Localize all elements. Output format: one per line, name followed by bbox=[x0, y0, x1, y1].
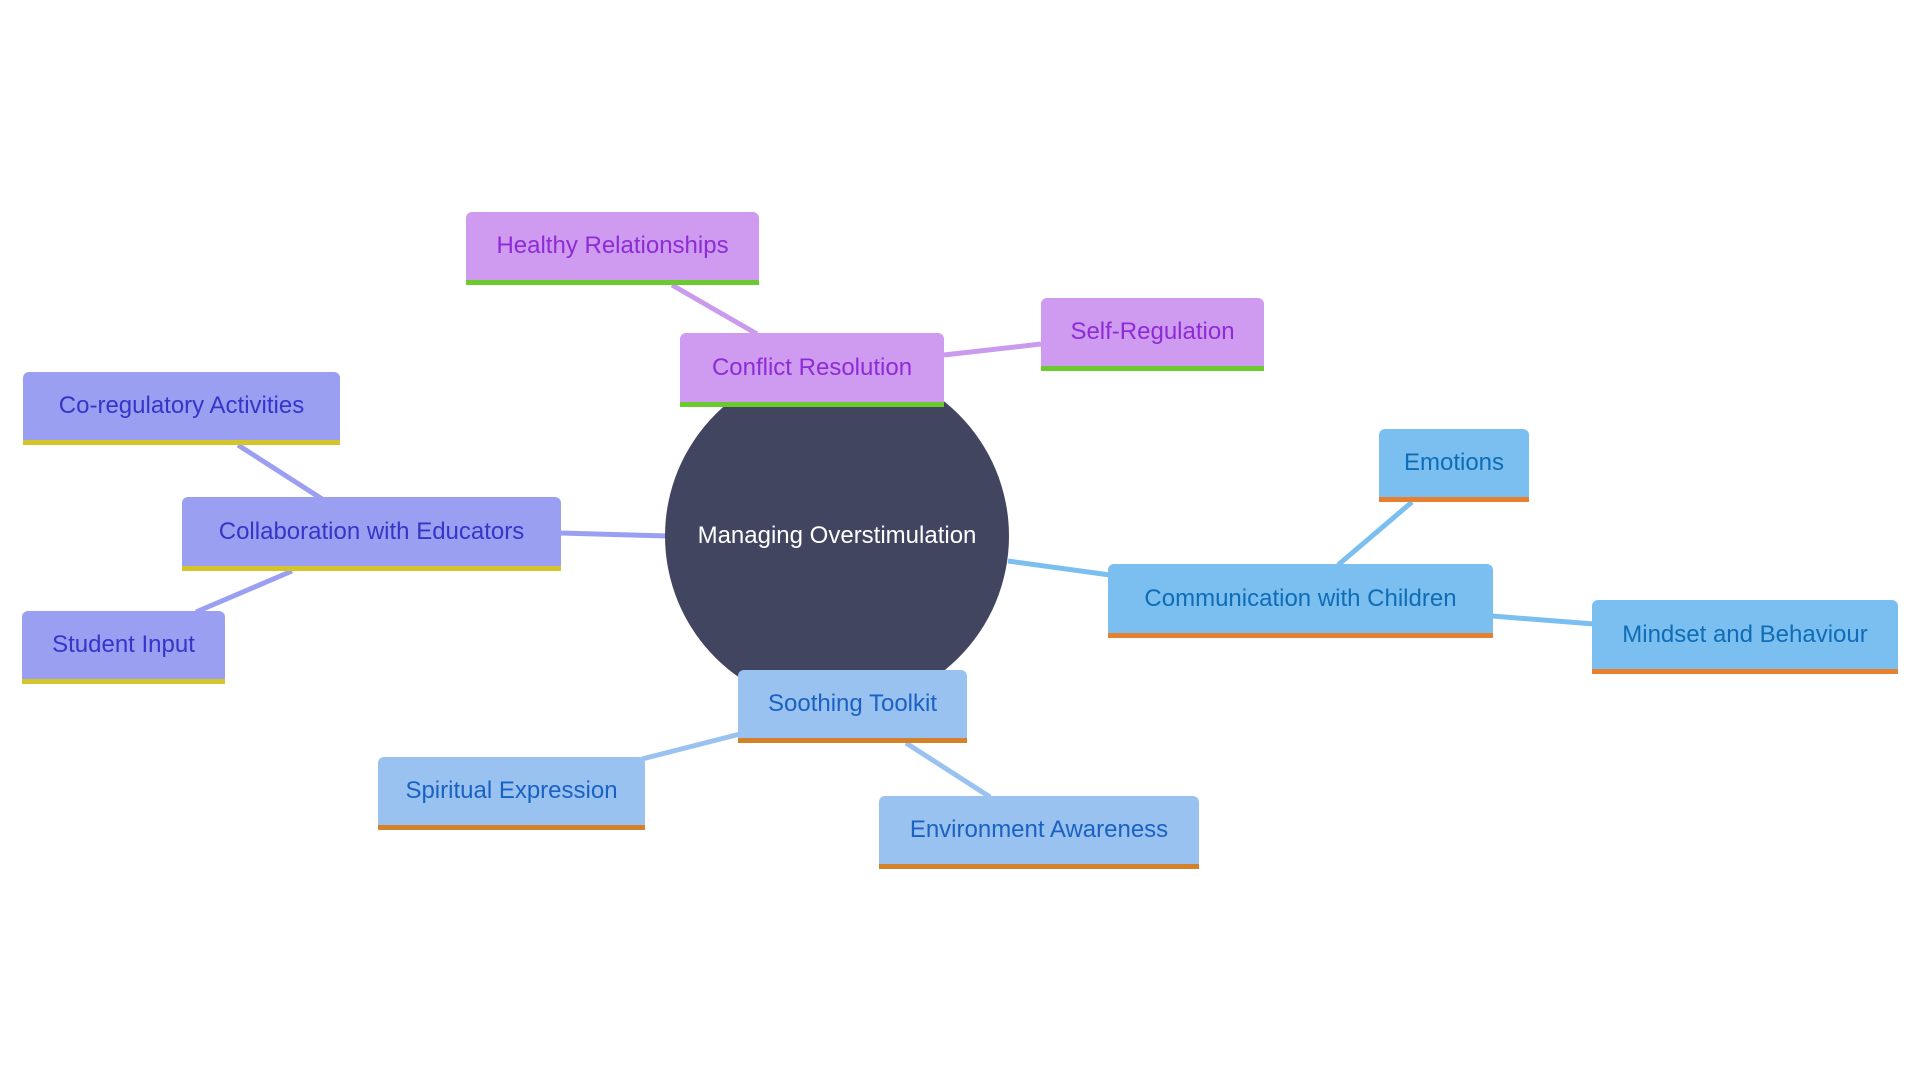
edge-soothing-spiritual bbox=[641, 731, 741, 762]
edge-conflict-healthy bbox=[670, 282, 759, 337]
node-communication-with-children[interactable]: Communication with Children bbox=[1108, 564, 1493, 638]
node-label: Soothing Toolkit bbox=[767, 690, 937, 717]
node-mindset-and-behaviour[interactable]: Mindset and Behaviour bbox=[1592, 600, 1898, 674]
node-conflict-resolution[interactable]: Conflict Resolution bbox=[680, 333, 944, 407]
edge-soothing-environment bbox=[904, 740, 992, 800]
node-label: Self-Regulation bbox=[1070, 318, 1235, 345]
node-label: Environment Awareness bbox=[909, 816, 1169, 843]
edge-root-communication bbox=[1007, 558, 1111, 578]
node-student-input[interactable]: Student Input bbox=[22, 611, 225, 684]
edge-communication-emotions bbox=[1336, 500, 1414, 567]
edge-collaboration-student bbox=[195, 568, 293, 615]
edge-conflict-selfregulation bbox=[943, 341, 1042, 358]
node-label: Co-regulatory Activities bbox=[58, 392, 305, 419]
edge-root-collaboration bbox=[559, 530, 669, 539]
node-healthy-relationships[interactable]: Healthy Relationships bbox=[466, 212, 759, 285]
node-label: Spiritual Expression bbox=[405, 777, 618, 804]
node-self-regulation[interactable]: Self-Regulation bbox=[1041, 298, 1264, 371]
node-emotions[interactable]: Emotions bbox=[1379, 429, 1529, 502]
node-environment-awareness[interactable]: Environment Awareness bbox=[879, 796, 1199, 869]
node-label: Communication with Children bbox=[1144, 584, 1457, 612]
node-label: Conflict Resolution bbox=[711, 353, 913, 381]
node-label: Healthy Relationships bbox=[496, 232, 729, 259]
node-label: Mindset and Behaviour bbox=[1622, 620, 1868, 648]
node-spiritual-expression[interactable]: Spiritual Expression bbox=[378, 757, 645, 830]
node-collaboration-with-educators[interactable]: Collaboration with Educators bbox=[182, 497, 561, 571]
node-label: Student Input bbox=[52, 631, 195, 658]
node-label: Emotions bbox=[1403, 449, 1505, 476]
node-co-regulatory-activities[interactable]: Co-regulatory Activities bbox=[23, 372, 340, 445]
node-label: Collaboration with Educators bbox=[218, 517, 525, 545]
root-label: Managing Overstimulation bbox=[697, 522, 977, 549]
node-soothing-toolkit[interactable]: Soothing Toolkit bbox=[738, 670, 967, 743]
edge-communication-mindset bbox=[1491, 613, 1595, 627]
edge-collaboration-coregulatory bbox=[236, 442, 324, 502]
root-node[interactable]: Managing Overstimulation bbox=[665, 364, 1009, 708]
